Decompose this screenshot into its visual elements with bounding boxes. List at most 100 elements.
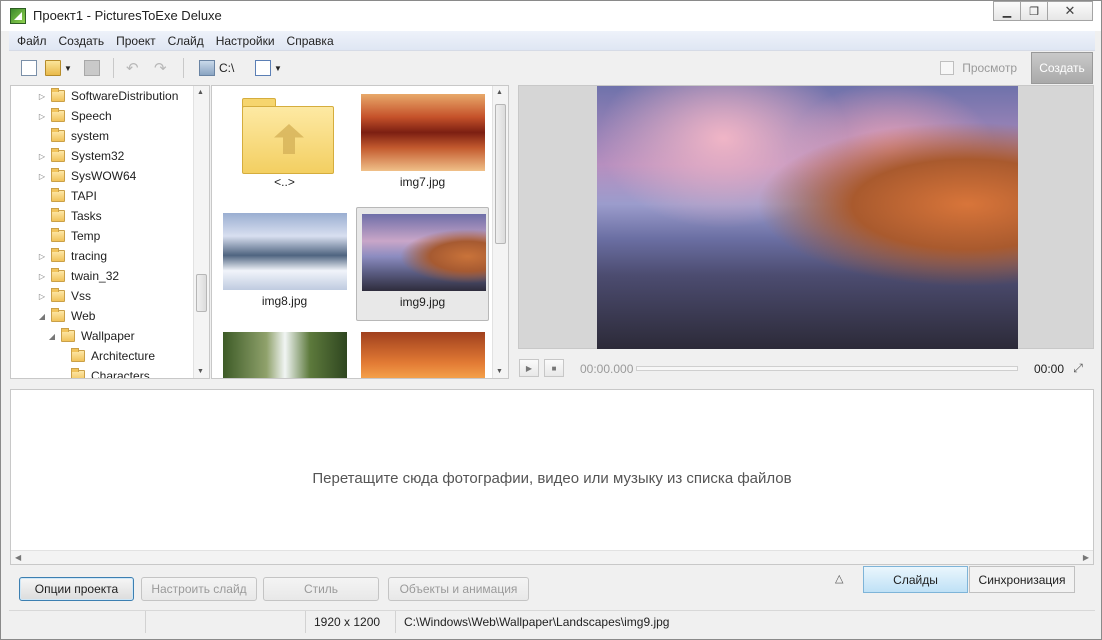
- menu-slide[interactable]: Слайд: [168, 34, 204, 48]
- thumbnail-item[interactable]: [356, 326, 489, 378]
- style-button[interactable]: Стиль: [263, 577, 379, 601]
- stop-button[interactable]: ■: [544, 359, 564, 377]
- play-preview-icon: [940, 61, 955, 75]
- drive-icon: [199, 60, 215, 76]
- thumbnail-item-selected[interactable]: img9.jpg: [356, 207, 489, 321]
- scroll-thumb[interactable]: [495, 104, 506, 244]
- tree-item[interactable]: Characters: [57, 366, 150, 378]
- expand-icon[interactable]: ▷: [37, 152, 47, 161]
- stop-icon: ■: [551, 363, 557, 373]
- status-resolution: 1920 x 1200: [306, 611, 396, 633]
- tab-sync[interactable]: Синхронизация: [969, 566, 1075, 593]
- preview-player-controls: ▶ ■ 00:00.000 00:00 ⤢: [518, 353, 1094, 379]
- toolbar: ▼ ↶ ↷ C:\ ▼ Просмотр Создать: [9, 52, 1095, 84]
- close-button[interactable]: ✕: [1047, 1, 1093, 21]
- thumbnail-view-icon: [255, 60, 271, 76]
- menu-settings[interactable]: Настройки: [216, 34, 275, 48]
- view-mode-button[interactable]: ▼: [255, 58, 282, 78]
- tree-item[interactable]: TAPI: [37, 186, 97, 206]
- expand-icon[interactable]: ▷: [37, 112, 47, 121]
- open-project-button[interactable]: ▼: [45, 58, 72, 78]
- menu-file[interactable]: Файл: [17, 34, 47, 48]
- restore-icon: ❐: [1029, 5, 1039, 18]
- drop-hint: Перетащите сюда фотографии, видео или му…: [312, 470, 792, 487]
- collapse-up-icon[interactable]: △: [835, 572, 843, 585]
- thumbnail-image: [223, 332, 347, 378]
- scroll-thumb[interactable]: [196, 274, 207, 312]
- expand-icon[interactable]: ▷: [37, 92, 47, 101]
- thumbnail-image: [223, 213, 347, 290]
- fullscreen-icon[interactable]: ⤢: [1071, 361, 1085, 375]
- scroll-down-icon[interactable]: ▼: [496, 368, 503, 375]
- tab-slides[interactable]: Слайды: [863, 566, 968, 593]
- tree-item[interactable]: system: [37, 126, 109, 146]
- expand-icon[interactable]: ▷: [37, 292, 47, 301]
- menu-create[interactable]: Создать: [59, 34, 105, 48]
- play-button[interactable]: ▶: [519, 359, 539, 377]
- tree-item[interactable]: Temp: [37, 226, 100, 246]
- create-button[interactable]: Создать: [1031, 52, 1093, 84]
- thumbnail-image: [361, 94, 485, 171]
- tree-item[interactable]: ▷ tracing: [37, 246, 107, 266]
- slide-preview: [518, 85, 1094, 349]
- status-bar: 1920 x 1200 C:\Windows\Web\Wallpaper\Lan…: [9, 610, 1095, 633]
- tree-item[interactable]: ▷ SysWOW64: [37, 166, 136, 186]
- title-bar: Проект1 - PicturesToExe Deluxe ▁ ❐ ✕: [1, 1, 1101, 31]
- customize-slide-button[interactable]: Настроить слайд: [141, 577, 257, 601]
- scroll-left-icon[interactable]: ◀: [15, 553, 21, 562]
- save-project-button[interactable]: [84, 58, 100, 78]
- collapse-icon[interactable]: ◢: [47, 332, 57, 341]
- thumbnail-item[interactable]: <..>: [218, 88, 351, 202]
- thumbnail-item[interactable]: img7.jpg: [356, 88, 489, 202]
- project-options-button[interactable]: Опции проекта: [19, 577, 134, 601]
- scroll-up-icon[interactable]: ▲: [197, 89, 204, 96]
- folder-icon: [51, 228, 65, 242]
- tree-item[interactable]: ◢ Wallpaper: [47, 326, 135, 346]
- thumbnails-scrollbar[interactable]: ▲ ▼: [492, 86, 508, 378]
- tree-item[interactable]: ◢ Web: [37, 306, 95, 326]
- tree-item[interactable]: Tasks: [37, 206, 102, 226]
- window-title: Проект1 - PicturesToExe Deluxe: [33, 8, 222, 23]
- redo-button[interactable]: ↷: [154, 58, 167, 78]
- menu-project[interactable]: Проект: [116, 34, 156, 48]
- menu-help[interactable]: Справка: [287, 34, 334, 48]
- preview-image: [597, 86, 1018, 349]
- tree-item[interactable]: ▷ System32: [37, 146, 124, 166]
- tree-item[interactable]: ▷ SoftwareDistribution: [37, 86, 178, 106]
- tree-item[interactable]: ▷ Vss: [37, 286, 91, 306]
- status-cell-empty: [9, 611, 146, 633]
- expand-icon[interactable]: ▷: [37, 252, 47, 261]
- thumbnail-item[interactable]: img8.jpg: [218, 207, 351, 321]
- seek-slider[interactable]: [636, 366, 1018, 371]
- scroll-right-icon[interactable]: ▶: [1083, 553, 1089, 562]
- slide-list-area[interactable]: Перетащите сюда фотографии, видео или му…: [10, 389, 1094, 565]
- tree-item[interactable]: ▷ twain_32: [37, 266, 119, 286]
- status-cell-empty: [146, 611, 306, 633]
- thumbnail-item[interactable]: [218, 326, 351, 378]
- undo-icon: ↶: [126, 60, 139, 77]
- folder-icon: [51, 188, 65, 202]
- objects-animation-button[interactable]: Объекты и анимация: [388, 577, 529, 601]
- expand-icon[interactable]: ▷: [37, 172, 47, 181]
- folder-icon: [51, 128, 65, 142]
- horizontal-scrollbar[interactable]: ◀ ▶: [11, 550, 1093, 564]
- drive-select-button[interactable]: C:\: [199, 58, 234, 78]
- minimize-button[interactable]: ▁: [993, 1, 1021, 21]
- undo-button[interactable]: ↶: [126, 58, 139, 78]
- tree-item[interactable]: ▷ Speech: [37, 106, 112, 126]
- new-project-button[interactable]: [21, 58, 37, 78]
- folder-icon: [51, 168, 65, 182]
- thumbnail-label: img9.jpg: [399, 295, 446, 309]
- expand-icon[interactable]: ▷: [37, 272, 47, 281]
- tree-scrollbar[interactable]: ▲ ▼: [193, 86, 209, 378]
- scroll-down-icon[interactable]: ▼: [197, 368, 204, 375]
- folder-up-icon: [242, 98, 334, 174]
- collapse-icon[interactable]: ◢: [37, 312, 47, 321]
- close-icon: ✕: [1064, 3, 1076, 18]
- scroll-up-icon[interactable]: ▲: [496, 89, 503, 96]
- total-time: 00:00: [1034, 362, 1065, 376]
- tree-item-label: Speech: [71, 109, 112, 123]
- preview-button[interactable]: Просмотр: [940, 57, 1017, 79]
- maximize-button[interactable]: ❐: [1020, 1, 1048, 21]
- tree-item[interactable]: Architecture: [57, 346, 155, 366]
